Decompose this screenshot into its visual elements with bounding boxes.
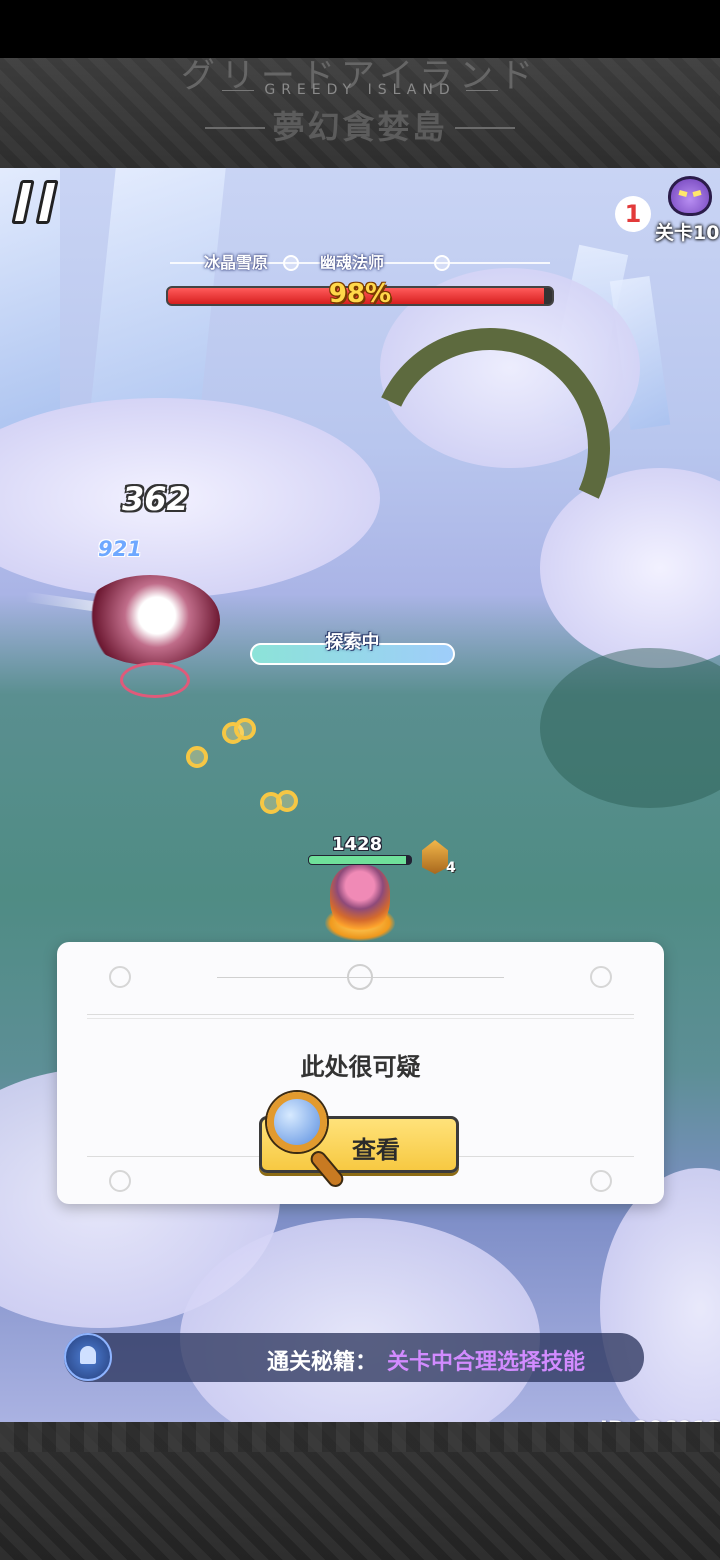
game-screen: グリードアイランド GREEDY ISLAND 夢幻貪婪島 1 关卡10 冰晶雪… bbox=[0, 0, 720, 1560]
footer-pattern bbox=[0, 1422, 720, 1452]
magnifier-icon bbox=[267, 1092, 359, 1192]
pause-button[interactable] bbox=[10, 176, 66, 232]
route-node bbox=[283, 255, 299, 271]
gold-coin bbox=[186, 746, 208, 768]
ground-shadow bbox=[540, 648, 720, 808]
hero-character bbox=[330, 865, 390, 935]
hero-health-fill bbox=[309, 856, 406, 864]
explore-status-text: 探索中 bbox=[325, 632, 380, 653]
view-button-label: 查看 bbox=[352, 1136, 400, 1164]
route-boss-name: 幽魂法师 bbox=[320, 253, 385, 272]
dialog-ornament bbox=[109, 966, 131, 988]
suspicious-event-dialog: 此处很可疑 查看 bbox=[57, 942, 664, 1204]
gold-coin bbox=[276, 790, 298, 812]
route-area-name: 冰晶雪原 bbox=[204, 253, 269, 272]
snow-drift bbox=[600, 1168, 720, 1422]
hero-level: 4 bbox=[446, 860, 456, 876]
stage-label: 关卡10 bbox=[655, 222, 720, 244]
damage-number-blue: 921 bbox=[98, 537, 142, 561]
bell-icon bbox=[64, 1333, 112, 1381]
damage-number: 362 bbox=[122, 480, 189, 518]
hero-hp-value: 1428 bbox=[332, 834, 383, 855]
demon-mask-icon[interactable] bbox=[668, 176, 712, 216]
stage-count-badge: 1 bbox=[615, 196, 651, 232]
route-node bbox=[434, 255, 450, 271]
dialog-ornament bbox=[590, 1170, 612, 1192]
dialog-divider bbox=[87, 1014, 634, 1015]
enemy-target-ring bbox=[120, 662, 190, 698]
pause-icon bbox=[35, 180, 59, 224]
game-viewport[interactable] bbox=[0, 168, 720, 1422]
snow-drift bbox=[0, 398, 380, 598]
hero-health-bar bbox=[308, 855, 412, 865]
logo-chinese-title: 夢幻貪婪島 bbox=[272, 108, 448, 146]
stage-route: 冰晶雪原 幽魂法师 bbox=[170, 247, 550, 277]
enemy-monster bbox=[80, 575, 220, 665]
dialog-ornament bbox=[590, 966, 612, 988]
logo-divider-left bbox=[205, 127, 265, 129]
boss-health-percent: 98% bbox=[328, 279, 392, 309]
game-logo: グリードアイランド GREEDY ISLAND 夢幻貪婪島 bbox=[0, 56, 720, 168]
dialog-message: 此处很可疑 bbox=[300, 1053, 421, 1081]
tip-prefix: 通关秘籍： bbox=[267, 1350, 378, 1375]
logo-divider-right bbox=[455, 127, 515, 129]
logo-english-title: GREEDY ISLAND bbox=[0, 82, 720, 98]
gold-coin bbox=[234, 718, 256, 740]
tip-text: 关卡中合理选择技能 bbox=[387, 1350, 586, 1375]
pause-icon bbox=[11, 180, 35, 224]
dialog-ornament bbox=[347, 964, 373, 990]
dialog-divider bbox=[87, 1018, 634, 1019]
dialog-ornament bbox=[109, 1170, 131, 1192]
